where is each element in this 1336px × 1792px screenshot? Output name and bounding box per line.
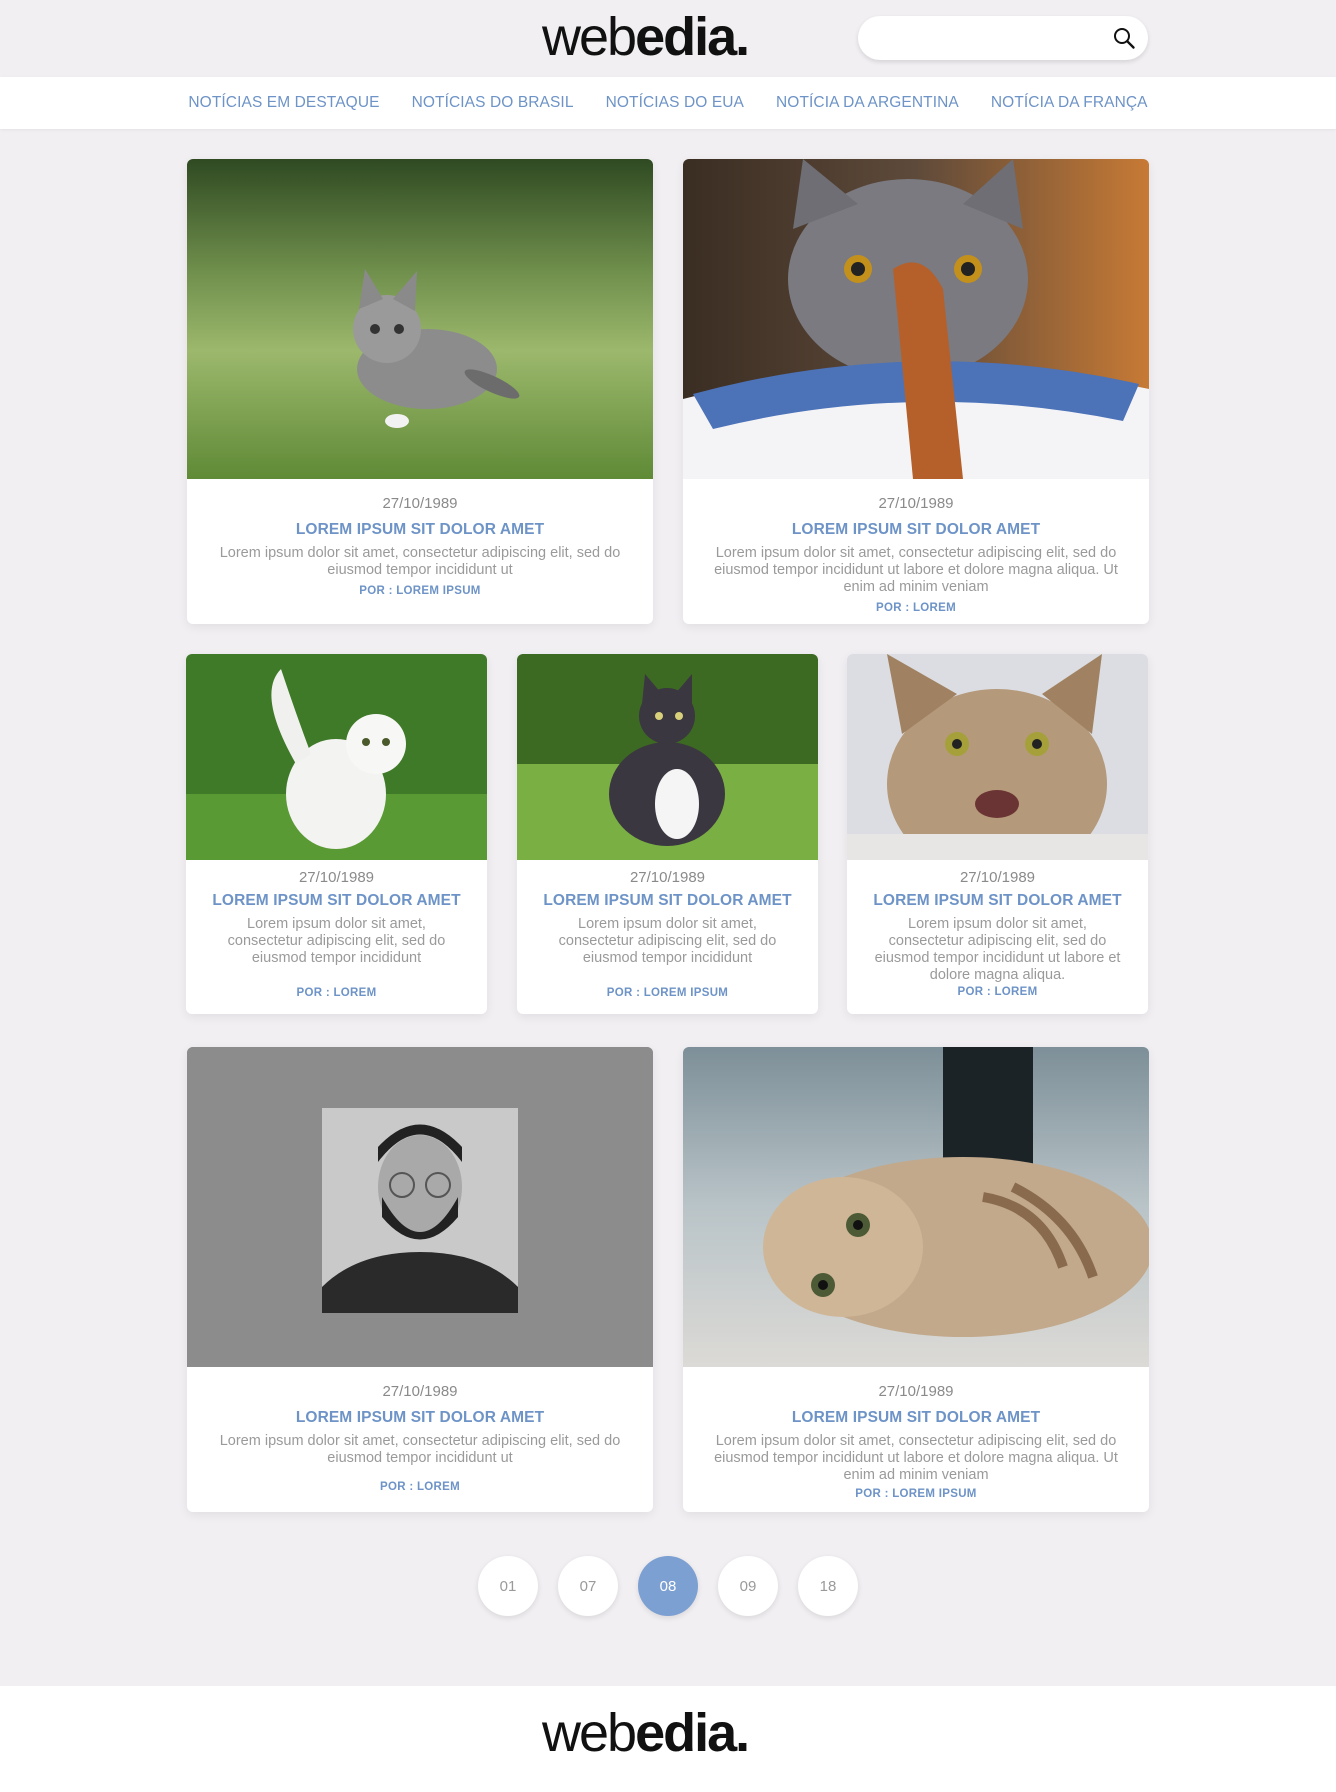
article-title[interactable]: LOREM IPSUM SIT DOLOR AMET — [847, 892, 1148, 910]
article-body: 27/10/1989 LOREM IPSUM SIT DOLOR AMET Lo… — [186, 869, 487, 999]
article-card[interactable]: 27/10/1989 LOREM IPSUM SIT DOLOR AMET Lo… — [186, 654, 487, 1014]
article-date: 27/10/1989 — [878, 1383, 954, 1400]
nav-list: NOTÍCIAS EM DESTAQUE NOTÍCIAS DO BRASIL … — [0, 77, 1336, 129]
search-box — [858, 16, 1148, 60]
page-button[interactable]: 09 — [718, 1556, 778, 1616]
article-date: 27/10/1989 — [878, 495, 954, 512]
page-button-current[interactable]: 08 — [638, 1556, 698, 1616]
article-image[interactable] — [186, 654, 487, 860]
article-image[interactable] — [683, 159, 1149, 479]
article-body: 27/10/1989 LOREM IPSUM SIT DOLOR AMET Lo… — [683, 495, 1149, 614]
article-image[interactable] — [847, 654, 1148, 860]
search-input[interactable] — [874, 16, 1094, 60]
article-card[interactable]: 27/10/1989 LOREM IPSUM SIT DOLOR AMET Lo… — [683, 159, 1149, 624]
article-author: POR : LOREM — [957, 986, 1038, 998]
article-body: 27/10/1989 LOREM IPSUM SIT DOLOR AMET Lo… — [517, 869, 818, 999]
article-date: 27/10/1989 — [959, 869, 1036, 886]
article-excerpt: Lorem ipsum dolor sit amet, consectetur … — [558, 916, 777, 966]
article-excerpt: Lorem ipsum dolor sit amet, consectetur … — [227, 916, 446, 966]
search-icon[interactable] — [1112, 26, 1136, 50]
article-excerpt: Lorem ipsum dolor sit amet, consectetur … — [219, 1433, 621, 1466]
article-title[interactable]: LOREM IPSUM SIT DOLOR AMET — [186, 892, 487, 910]
article-date: 27/10/1989 — [382, 495, 458, 512]
article-body: 27/10/1989 LOREM IPSUM SIT DOLOR AMET Lo… — [187, 1383, 653, 1493]
article-author: POR : LOREM — [380, 1481, 460, 1493]
header: web edia. — [0, 0, 1336, 77]
article-card[interactable]: 27/10/1989 LOREM IPSUM SIT DOLOR AMET Lo… — [683, 1047, 1149, 1512]
footer-logo[interactable]: web edia. — [542, 1703, 750, 1763]
article-title[interactable]: LOREM IPSUM SIT DOLOR AMET — [187, 1409, 653, 1427]
page-button[interactable]: 01 — [478, 1556, 538, 1616]
pagination: 01 07 08 09 18 — [0, 1556, 1336, 1616]
logo-dot: . — [735, 1703, 750, 1763]
article-card[interactable]: 27/10/1989 LOREM IPSUM SIT DOLOR AMET Lo… — [187, 159, 653, 624]
nav-item-brasil[interactable]: NOTÍCIAS DO BRASIL — [412, 94, 574, 112]
article-excerpt: Lorem ipsum dolor sit amet, consectetur … — [714, 1433, 1118, 1483]
article-body: 27/10/1989 LOREM IPSUM SIT DOLOR AMET Lo… — [847, 869, 1148, 998]
article-title[interactable]: LOREM IPSUM SIT DOLOR AMET — [187, 521, 653, 539]
article-card[interactable]: 27/10/1989 LOREM IPSUM SIT DOLOR AMET Lo… — [517, 654, 818, 1014]
nav-item-destaque[interactable]: NOTÍCIAS EM DESTAQUE — [188, 94, 379, 112]
article-excerpt: Lorem ipsum dolor sit amet, consectetur … — [219, 545, 621, 578]
article-body: 27/10/1989 LOREM IPSUM SIT DOLOR AMET Lo… — [683, 1383, 1149, 1500]
article-image[interactable] — [683, 1047, 1149, 1367]
logo-text-bold: edia — [635, 1703, 737, 1763]
article-date: 27/10/1989 — [629, 869, 706, 886]
article-author: POR : LOREM IPSUM — [606, 987, 729, 999]
nav-item-eua[interactable]: NOTÍCIAS DO EUA — [606, 94, 744, 112]
page-button[interactable]: 07 — [558, 1556, 618, 1616]
article-title[interactable]: LOREM IPSUM SIT DOLOR AMET — [683, 521, 1149, 539]
article-author: POR : LOREM — [296, 987, 377, 999]
article-image[interactable] — [187, 159, 653, 479]
logo-dot: . — [735, 7, 750, 67]
logo-text-light: web — [542, 7, 637, 67]
article-date: 27/10/1989 — [382, 1383, 458, 1400]
footer: web edia. — [0, 1686, 1336, 1792]
article-author: POR : LOREM IPSUM — [855, 1488, 977, 1500]
logo[interactable]: web edia. — [542, 7, 750, 67]
logo-text-bold: edia — [635, 7, 737, 67]
article-image[interactable] — [517, 654, 818, 860]
nav-item-franca[interactable]: NOTÍCIA DA FRANÇA — [991, 94, 1148, 112]
article-excerpt: Lorem ipsum dolor sit amet, consectetur … — [714, 545, 1118, 595]
article-author: POR : LOREM IPSUM — [359, 585, 481, 597]
page-button[interactable]: 18 — [798, 1556, 858, 1616]
article-author: POR : LOREM — [876, 602, 956, 614]
article-excerpt: Lorem ipsum dolor sit amet, consectetur … — [874, 916, 1121, 983]
nav-item-argentina[interactable]: NOTÍCIA DA ARGENTINA — [776, 94, 959, 112]
logo-text-light: web — [542, 1703, 637, 1763]
article-title[interactable]: LOREM IPSUM SIT DOLOR AMET — [517, 892, 818, 910]
main-nav: NOTÍCIAS EM DESTAQUE NOTÍCIAS DO BRASIL … — [0, 77, 1336, 129]
article-body: 27/10/1989 LOREM IPSUM SIT DOLOR AMET Lo… — [187, 495, 653, 597]
article-image[interactable] — [187, 1047, 653, 1367]
article-date: 27/10/1989 — [298, 869, 375, 886]
article-title[interactable]: LOREM IPSUM SIT DOLOR AMET — [683, 1409, 1149, 1427]
article-card[interactable]: 27/10/1989 LOREM IPSUM SIT DOLOR AMET Lo… — [847, 654, 1148, 1014]
article-card[interactable]: 27/10/1989 LOREM IPSUM SIT DOLOR AMET Lo… — [187, 1047, 653, 1512]
